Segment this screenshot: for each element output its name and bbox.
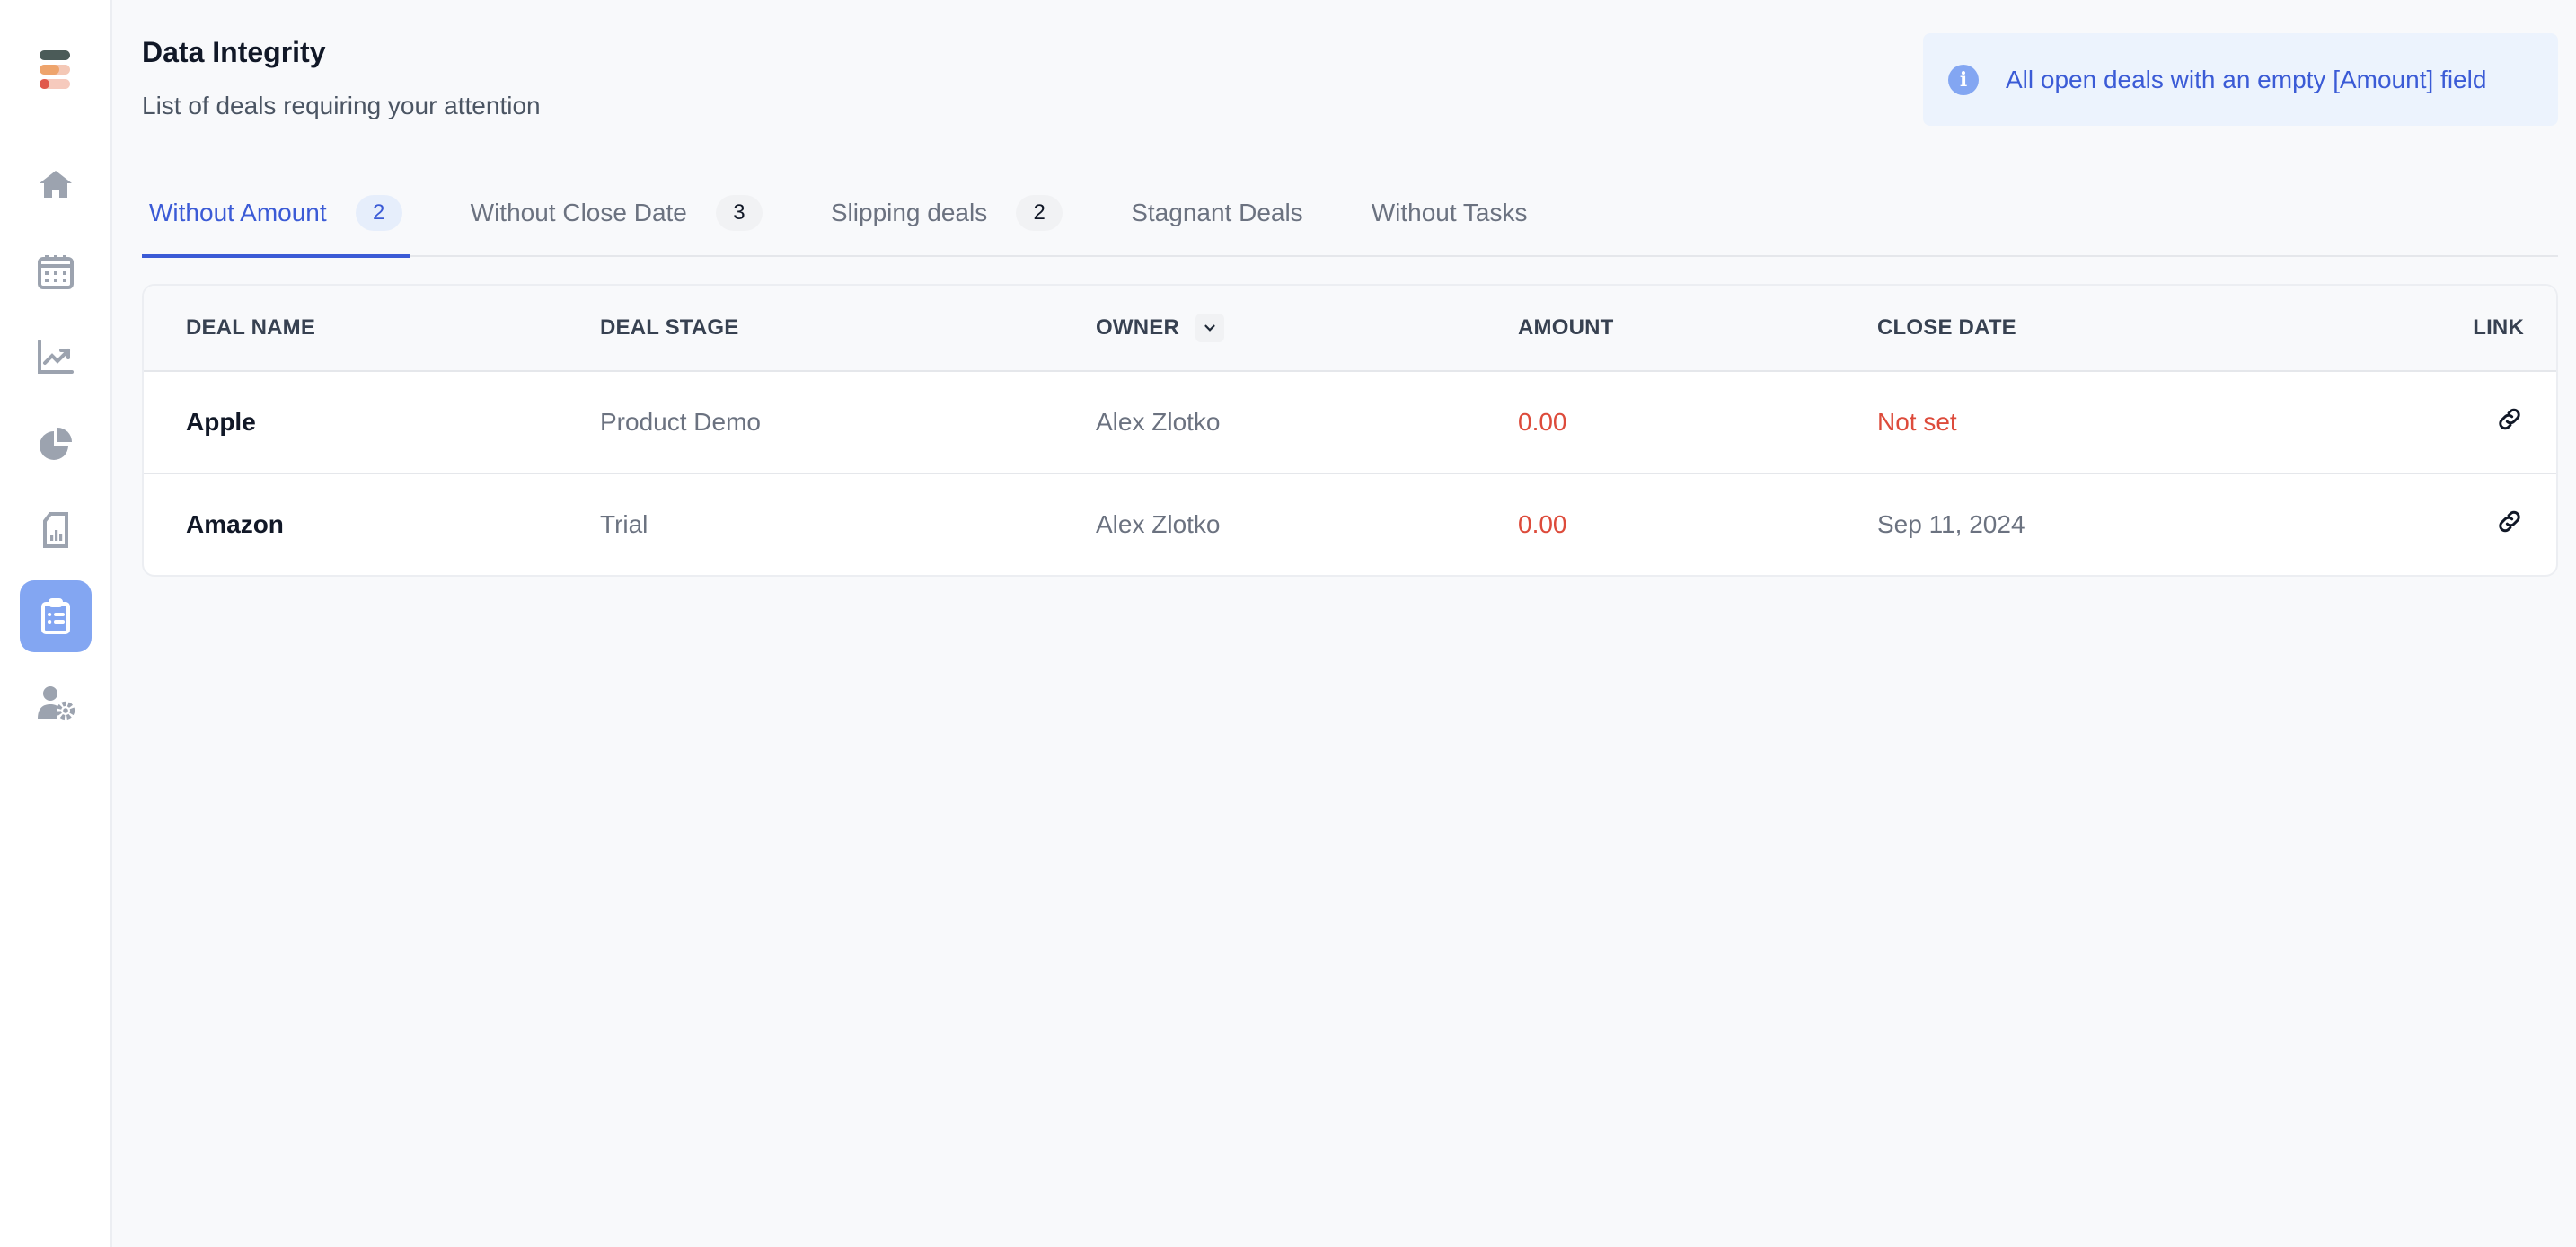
deal-owner: Alex Zlotko: [1096, 510, 1221, 538]
page-title: Data Integrity: [142, 36, 326, 68]
user-gear-icon: [38, 686, 75, 721]
deal-name: Amazon: [186, 510, 284, 538]
column-header-amount: AMOUNT: [1518, 315, 1614, 340]
deal-link-button[interactable]: [2495, 405, 2524, 440]
sidebar-item-trends[interactable]: [20, 322, 92, 394]
chevron-down-icon: [1204, 324, 1215, 332]
page-subtitle: List of deals requiring your attention: [142, 92, 541, 119]
deal-amount: 0.00: [1518, 510, 1567, 538]
column-header-owner: OWNER: [1096, 314, 1224, 342]
line-chart-icon: [38, 340, 74, 374]
info-text: All open deals with an empty [Amount] fi…: [2006, 65, 2487, 93]
tab-count-badge: 3: [715, 195, 763, 231]
tab-slipping-deals[interactable]: Slipping deals 2: [824, 171, 1070, 255]
pie-chart-icon: [40, 428, 72, 460]
table-row: Amazon Trial Alex Zlotko 0.00 Sep 11, 20…: [144, 473, 2556, 575]
tab-label: Stagnant Deals: [1131, 199, 1303, 226]
tab-stagnant-deals[interactable]: Stagnant Deals: [1124, 171, 1310, 255]
tab-count-badge: 2: [1016, 195, 1063, 231]
sidebar: [0, 0, 112, 1247]
column-header-link: LINK: [2473, 315, 2524, 340]
deal-stage: Product Demo: [600, 408, 761, 436]
tab-bar: Without Amount 2 Without Close Date 3 Sl…: [142, 171, 2558, 258]
info-banner: i All open deals with an empty [Amount] …: [1923, 33, 2558, 126]
tab-without-amount[interactable]: Without Amount 2: [142, 171, 410, 258]
table-row: Apple Product Demo Alex Zlotko 0.00 Not …: [144, 370, 2556, 473]
sidebar-item-user-settings[interactable]: [20, 667, 92, 738]
tab-label: Without Tasks: [1371, 199, 1528, 226]
tab-count-badge: 2: [355, 195, 402, 231]
calendar-icon: [38, 255, 74, 289]
table-header: DEAL NAME DEAL STAGE OWNER AMOUNT CLOSE …: [144, 286, 2556, 370]
link-icon: [2499, 408, 2520, 430]
clipboard-list-icon: [41, 598, 70, 634]
sidebar-item-calendar[interactable]: [20, 235, 92, 307]
tab-label: Without Close Date: [470, 199, 687, 226]
deal-close-date: Not set: [1877, 408, 1957, 436]
column-header-close-date: CLOSE DATE: [1877, 315, 2016, 340]
column-header-deal-stage: DEAL STAGE: [600, 315, 739, 340]
tab-without-tasks[interactable]: Without Tasks: [1364, 171, 1535, 255]
report-icon: [43, 512, 68, 548]
deal-owner: Alex Zlotko: [1096, 408, 1221, 436]
sidebar-item-data-integrity[interactable]: [20, 580, 92, 652]
link-icon: [2499, 510, 2520, 533]
home-icon: [40, 171, 72, 198]
tab-label: Slipping deals: [830, 199, 988, 226]
deal-amount: 0.00: [1518, 408, 1567, 436]
tab-without-close-date[interactable]: Without Close Date 3: [463, 171, 770, 255]
owner-sort-button[interactable]: [1195, 314, 1224, 342]
info-icon: i: [1948, 64, 1979, 95]
column-header-deal-name: DEAL NAME: [186, 315, 316, 340]
column-header-owner-label: OWNER: [1096, 315, 1179, 340]
tab-label: Without Amount: [149, 199, 327, 226]
deal-link-button[interactable]: [2495, 508, 2524, 543]
sidebar-item-home[interactable]: [20, 149, 92, 221]
app-logo[interactable]: [40, 50, 72, 92]
deal-close-date: Sep 11, 2024: [1877, 510, 2025, 538]
deal-name: Apple: [186, 408, 256, 436]
sidebar-item-pie[interactable]: [20, 408, 92, 480]
deal-stage: Trial: [600, 510, 648, 538]
sidebar-item-reports[interactable]: [20, 494, 92, 566]
deals-table: DEAL NAME DEAL STAGE OWNER AMOUNT CLOSE …: [142, 284, 2558, 577]
